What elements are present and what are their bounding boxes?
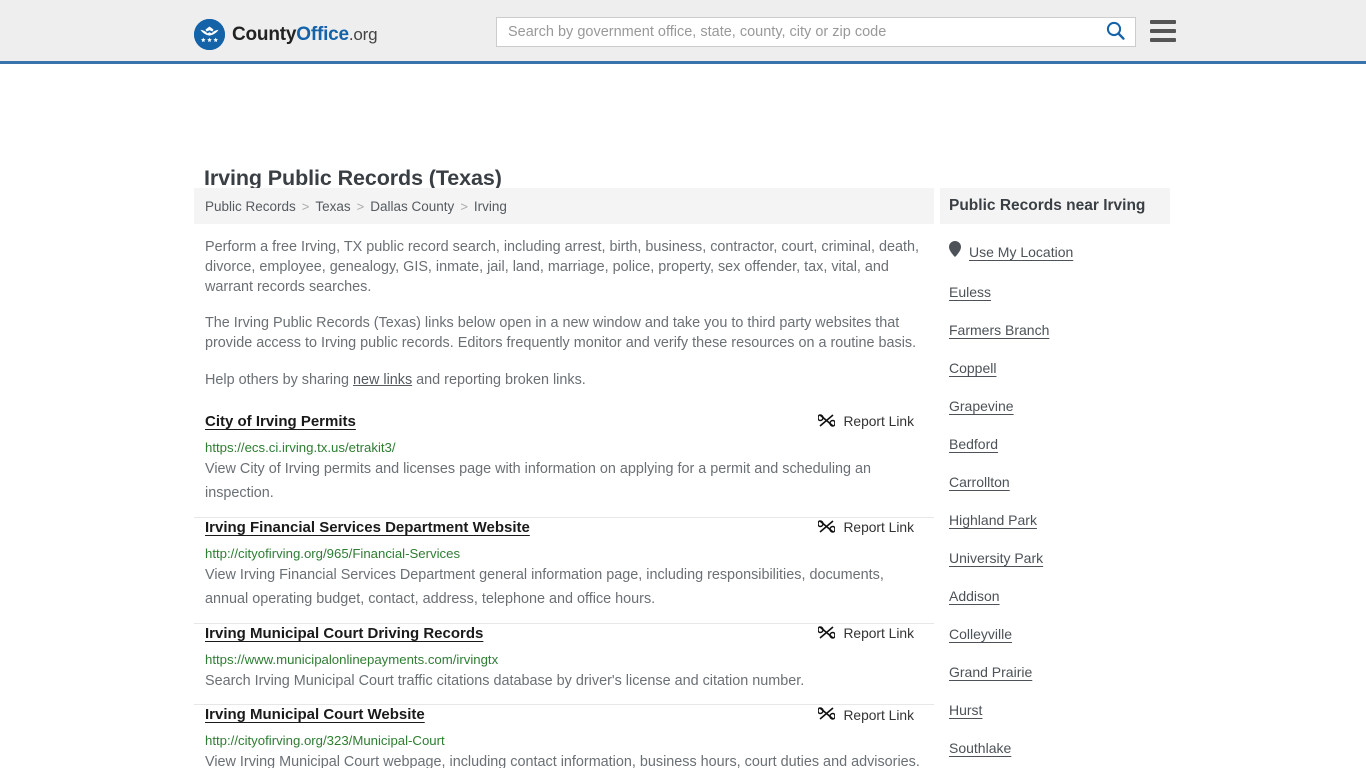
eagle-seal-icon [194,19,225,50]
result-description: Search Irving Municipal Court traffic ci… [205,672,805,689]
result-description: View City of Irving permits and licenses… [205,460,872,502]
result-description: View Irving Municipal Court webpage, inc… [205,754,920,768]
search-icon [1106,21,1125,43]
report-link-label: Report Link [843,520,914,536]
sidebar-item-coppell[interactable]: Coppell [949,360,996,376]
site-logo[interactable]: CountyOffice.org [194,19,378,50]
sidebar-header: Public Records near Irving [940,188,1170,224]
list-item: Highland Park [949,512,1170,530]
breadcrumb-item-dallas-county[interactable]: Dallas County [370,199,454,214]
sidebar-item-grand-prairie[interactable]: Grand Prairie [949,664,1032,680]
result-url-link[interactable]: http://cityofirving.org/965/Financial-Se… [205,546,923,562]
breadcrumb-separator-icon: > [301,198,310,214]
result-url-link[interactable]: http://cityofirving.org/323/Municipal-Co… [205,733,923,749]
result-item: Irving Financial Services Department Web… [194,518,934,624]
list-item: Hurst [949,702,1170,720]
site-header: CountyOffice.org [0,0,1366,64]
breadcrumb-item-public-records[interactable]: Public Records [205,199,296,214]
search-input[interactable] [497,18,1095,46]
breadcrumb-separator-icon: > [356,198,365,214]
report-link-button[interactable]: Report Link [817,625,914,643]
broken-link-icon [817,413,837,431]
result-item: City of Irving Permits Report Link https… [194,412,934,518]
sidebar-item-farmers-branch[interactable]: Farmers Branch [949,322,1049,338]
logo-name-part1: County [232,23,297,45]
report-link-label: Report Link [843,626,914,642]
sidebar-item-euless[interactable]: Euless [949,284,991,300]
sidebar-item-southlake[interactable]: Southlake [949,740,1011,756]
logo-name-part2: Office [296,23,349,45]
hamburger-bar [1150,29,1176,33]
list-item: Southlake [949,740,1170,758]
result-title-link[interactable]: Irving Municipal Court Driving Records [205,624,483,644]
intro-paragraph-3: Help others by sharing new links and rep… [205,371,923,391]
site-logo-text: CountyOffice.org [232,23,378,46]
report-link-button[interactable]: Report Link [817,413,914,431]
list-item: Addison [949,588,1170,606]
report-link-label: Report Link [843,414,914,430]
list-item: Grapevine [949,398,1170,416]
report-link-button[interactable]: Report Link [817,519,914,537]
report-link-label: Report Link [843,707,914,723]
broken-link-icon [817,625,837,643]
sidebar-item-grapevine[interactable]: Grapevine [949,398,1014,414]
list-item: Colleyville [949,626,1170,644]
result-description: View Irving Financial Services Departmen… [205,566,884,608]
list-item: Coppell [949,360,1170,378]
broken-link-icon [817,706,837,724]
hamburger-bar [1150,38,1176,42]
intro-paragraph-2: The Irving Public Records (Texas) links … [205,315,917,352]
new-links-link[interactable]: new links [353,372,412,388]
result-title-link[interactable]: Irving Financial Services Department Web… [205,518,530,538]
breadcrumb-separator-icon: > [460,198,468,214]
list-item: Euless [949,284,1170,302]
result-url-link[interactable]: https://www.municipalonlinepayments.com/… [205,652,923,668]
sidebar-item-use-my-location[interactable]: Use My Location [969,244,1073,260]
intro-paragraph-1: Perform a free Irving, TX public record … [205,239,919,295]
sidebar-title: Public Records near Irving [949,197,1146,214]
sidebar-item-addison[interactable]: Addison [949,588,1000,604]
list-item: Carrollton [949,474,1170,492]
report-link-button[interactable]: Report Link [817,706,914,724]
main-content-column: Public Records > Texas > Dallas County >… [194,188,934,768]
result-url-link[interactable]: https://ecs.ci.irving.tx.us/etrakit3/ [205,440,923,456]
search-bar[interactable] [496,17,1136,47]
sidebar-nearby-list: Use My Location Euless Farmers Branch Co… [940,224,1170,768]
sidebar-item-highland-park[interactable]: Highland Park [949,512,1037,528]
list-item: Use My Location [949,241,1170,262]
result-header: Irving Municipal Court Website Report Li… [205,705,923,725]
result-title-link[interactable]: City of Irving Permits [205,412,356,432]
sidebar-item-colleyville[interactable]: Colleyville [949,626,1012,642]
intro-text-after-link: and reporting broken links. [412,371,586,388]
result-item: Irving Municipal Court Website Report Li… [194,705,934,768]
list-item: Grand Prairie [949,664,1170,682]
breadcrumb-item-irving: Irving [473,198,507,214]
results-list: City of Irving Permits Report Link https… [194,412,934,768]
intro-text-before-link: Help others by sharing [205,371,353,388]
map-pin-icon [949,241,961,262]
result-item: Irving Municipal Court Driving Records R… [194,624,934,706]
hamburger-bar [1150,20,1176,24]
breadcrumb: Public Records > Texas > Dallas County >… [194,188,934,224]
list-item: Bedford [949,436,1170,454]
list-item: Farmers Branch [949,322,1170,340]
hamburger-menu-icon[interactable] [1150,20,1176,42]
logo-tld: .org [348,24,378,44]
result-header: City of Irving Permits Report Link [205,412,923,432]
sidebar-item-carrollton[interactable]: Carrollton [949,474,1010,490]
list-item: University Park [949,550,1170,568]
result-title-link[interactable]: Irving Municipal Court Website [205,705,425,725]
result-header: Irving Financial Services Department Web… [205,518,923,538]
intro-text: Perform a free Irving, TX public record … [194,238,934,391]
sidebar-item-bedford[interactable]: Bedford [949,436,998,452]
sidebar-item-university-park[interactable]: University Park [949,550,1043,566]
result-header: Irving Municipal Court Driving Records R… [205,624,923,644]
sidebar-item-hurst[interactable]: Hurst [949,702,982,718]
search-button[interactable] [1095,18,1135,46]
breadcrumb-item-texas[interactable]: Texas [315,199,350,214]
broken-link-icon [817,519,837,537]
sidebar: Public Records near Irving Use My Locati… [940,188,1170,768]
